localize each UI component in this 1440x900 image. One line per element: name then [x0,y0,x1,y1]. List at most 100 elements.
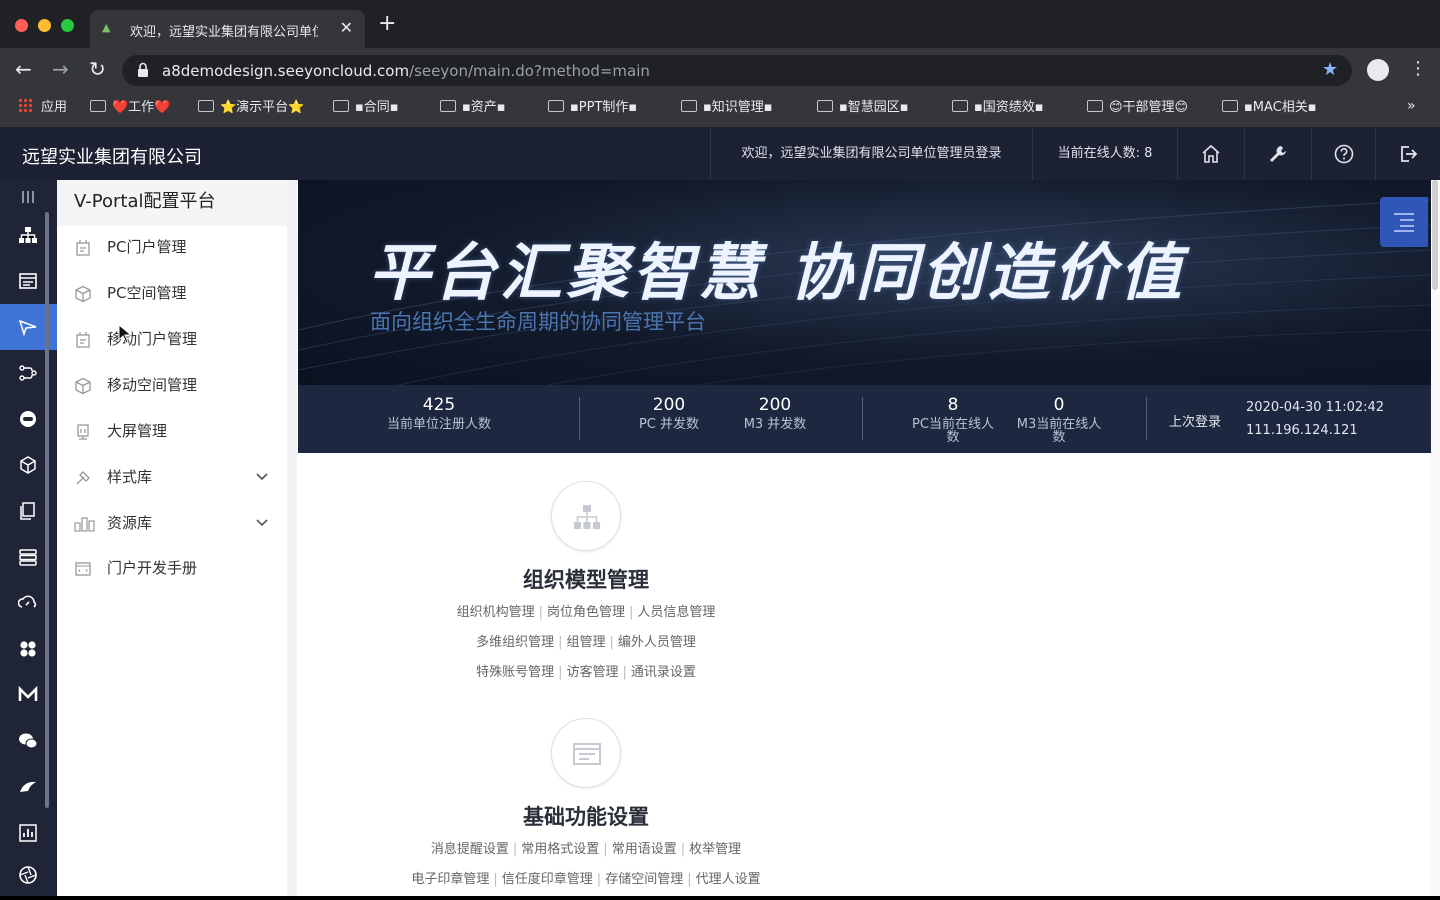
help-button[interactable] [1311,128,1375,180]
window-minimize-button[interactable] [38,19,51,32]
reload-icon[interactable]: ↻ [89,58,106,80]
folder-icon [681,100,697,112]
link-org-structure[interactable]: 组织机构管理 [457,605,535,620]
folder-icon [1087,100,1103,112]
bookmark-folder[interactable]: ▪知识管理▪ [681,98,773,118]
tab-close-icon[interactable]: ✕ [340,18,353,37]
window-zoom-button[interactable] [61,19,74,32]
account-avatar-icon[interactable] [1367,59,1389,81]
link-special-account[interactable]: 特殊账号管理 [476,665,554,680]
grid-circles-icon [20,641,36,657]
bookmark-label: ▪国资绩效▪ [974,100,1044,115]
link-separator: | [687,872,692,887]
browser-tab-active[interactable]: ▲ 欢迎，远望实业集团有限公司单位 ✕ [90,10,365,48]
bookmark-label: ▪PPT制作▪ [570,100,638,115]
bookmark-apps[interactable]: 应用 [18,98,67,118]
url-text[interactable]: a8demodesign.seeyoncloud.com/seeyon/main… [162,62,650,80]
bookmark-label: ▪MAC相关▪ [1244,100,1317,115]
submenu-item-big-screen[interactable]: 大屏管理 [57,408,287,454]
link-agent-settings[interactable]: 代理人设置 [696,872,761,887]
menu-bars-icon [22,191,34,203]
new-tab-icon[interactable]: + [378,13,396,35]
link-e-seal[interactable]: 电子印章管理 [411,872,489,887]
browser-tab-strip: ▲ 欢迎，远望实业集团有限公司单位 ✕ + [0,0,1440,48]
link-trust-seal[interactable]: 信任度印章管理 [502,872,593,887]
folder-icon [90,100,106,112]
bookmark-label: ▪知识管理▪ [703,100,773,115]
submenu-item-mobile-space[interactable]: 移动空间管理 [57,362,287,408]
bookmark-folder[interactable]: ❤️工作❤️ [90,98,170,118]
link-staff-info[interactable]: 人员信息管理 [637,605,715,620]
link-post-role[interactable]: 岗位角色管理 [547,605,625,620]
link-visitor[interactable]: 访客管理 [566,665,618,680]
link-separator: | [680,842,686,857]
home-button[interactable] [1177,128,1244,180]
stat-divider [1146,397,1147,440]
browser-menu-icon[interactable]: ⋮ [1409,58,1427,80]
chevron-down-icon[interactable] [255,516,269,530]
bookmark-folder[interactable]: 😊干部管理😊 [1087,98,1188,118]
aperture-icon [19,866,37,884]
section-icon-circle[interactable] [551,481,621,551]
back-arrow-icon[interactable]: ← [15,58,32,80]
link-common-format[interactable]: 常用格式设置 [521,842,599,857]
link-separator: | [596,872,602,887]
chevron-down-icon[interactable] [255,470,269,484]
list-menu-icon [1394,213,1414,232]
settings-button[interactable] [1244,128,1311,180]
section-icon-circle[interactable] [551,718,621,788]
bookmark-folder[interactable]: ⭐演示平台⭐ [198,98,304,118]
main-scrollbar-thumb[interactable] [1432,180,1438,290]
bookmark-folder[interactable]: ▪PPT制作▪ [548,98,637,118]
link-separator: | [558,665,563,680]
link-message-reminder[interactable]: 消息提醒设置 [431,842,509,857]
bookmarks-overflow-icon[interactable]: » [1407,98,1416,114]
link-address-book[interactable]: 通讯录设置 [631,665,696,680]
submenu-item-mobile-portal[interactable]: 移动门户管理 [57,316,287,362]
cloud-icon [18,595,37,608]
link-storage-space[interactable]: 存储空间管理 [605,872,683,887]
rail-item-system[interactable] [0,852,57,898]
bookmark-folder[interactable]: ▪合同▪ [333,98,399,118]
link-row: 特殊账号管理 | 访客管理 | 通讯录设置 [386,661,786,680]
rail-scrollbar[interactable] [45,212,49,808]
folder-icon [952,100,968,112]
rail-collapse-button[interactable] [0,180,57,212]
bookmark-star-icon[interactable]: ★ [1322,59,1338,80]
stat-pc-online-value: 8 [947,395,959,415]
forward-arrow-icon[interactable]: → [52,58,69,80]
wrench-icon [1270,145,1286,162]
screen-icon [77,424,89,440]
stat-m3-online-label: M3当前在线人数 [1016,417,1102,445]
logout-button[interactable] [1375,128,1440,180]
bookmark-folder[interactable]: ▪资产▪ [440,98,506,118]
bookmark-folder[interactable]: ▪国资绩效▪ [952,98,1044,118]
org-chart-icon [19,227,37,243]
link-separator: | [512,842,518,857]
link-multi-org[interactable]: 多维组织管理 [476,635,554,650]
settings-panel-icon [573,743,601,765]
bookmark-folder[interactable]: ▪智慧园区▪ [817,98,909,118]
online-count: 当前在线人数: 8 [1032,128,1177,180]
rail-item-reports[interactable] [0,810,57,856]
submenu-item-style-library[interactable]: 样式库 [57,454,287,500]
side-drawer-button[interactable] [1380,197,1428,247]
link-group[interactable]: 组管理 [566,635,605,650]
cube-icon [75,377,91,395]
org-chart-icon [574,505,600,529]
folder-icon [1222,100,1238,112]
bookmark-folder[interactable]: ▪MAC相关▪ [1222,98,1317,118]
link-common-phrases[interactable]: 常用语设置 [612,842,677,857]
submenu-item-dev-manual[interactable]: 门户开发手册 [57,545,287,591]
submenu-item-resource-library[interactable]: 资源库 [57,500,287,546]
submenu-scrollbar[interactable] [287,180,297,896]
submenu-item-pc-space[interactable]: PC空间管理 [57,270,287,316]
submenu-item-pc-portal[interactable]: PC门户管理 [57,224,287,270]
bookmark-label: ❤️工作❤️ [112,100,171,115]
submenu-label: 移动空间管理 [107,376,198,394]
bar-chart-icon [19,824,37,842]
link-enum[interactable]: 枚举管理 [689,842,741,857]
link-external-staff[interactable]: 编外人员管理 [618,635,696,650]
bird-icon [20,781,36,792]
window-close-button[interactable] [15,19,28,32]
